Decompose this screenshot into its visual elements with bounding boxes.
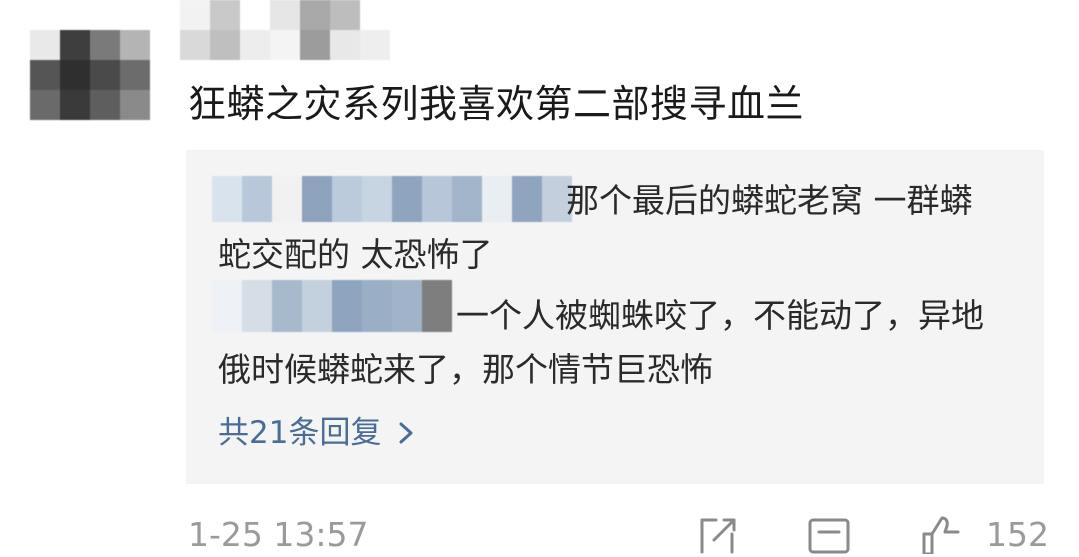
mosaic-cell — [300, 0, 330, 30]
mosaic-cell — [392, 176, 422, 222]
mosaic-cell — [120, 90, 150, 120]
mosaic-cell — [390, 30, 420, 60]
mosaic-cell — [180, 0, 210, 30]
mosaic-cell — [362, 176, 392, 222]
mosaic-cell — [212, 280, 242, 332]
mosaic-cell — [422, 176, 452, 222]
mosaic-cell — [330, 0, 360, 30]
mosaic-cell — [360, 0, 390, 30]
mosaic-cell — [180, 30, 210, 60]
mosaic-cell — [452, 176, 482, 222]
reply-text-line: 一个人被蜘蛛咬了，不能动了，异地 — [456, 296, 984, 335]
reply-text-line: 蛇交配的 太恐怖了 — [218, 235, 493, 274]
mosaic-cell — [240, 0, 270, 30]
mosaic-cell — [90, 60, 120, 90]
mosaic-cell — [210, 0, 240, 30]
mosaic-cell — [422, 280, 452, 332]
mosaic-cell — [302, 176, 332, 222]
chevron-right-icon — [399, 422, 413, 444]
mosaic-cell — [60, 30, 90, 60]
mosaic-cell — [392, 280, 422, 332]
reply-text-line: 那个最后的蟒蛇老窝 一群蟒 — [566, 181, 973, 220]
mosaic-cell — [302, 280, 332, 332]
mosaic-cell — [270, 0, 300, 30]
reply-text-line: 俄时候蟒蛇来了，那个情节巨恐怖 — [218, 350, 713, 389]
reply-author-redacted[interactable] — [212, 176, 572, 222]
comment-timestamp: 1-25 13:57 — [188, 515, 369, 554]
mosaic-cell — [120, 60, 150, 90]
mosaic-cell — [242, 176, 272, 222]
username-redacted[interactable] — [180, 0, 420, 60]
mosaic-cell — [330, 30, 360, 60]
mosaic-cell — [242, 280, 272, 332]
comment-icon[interactable] — [806, 514, 852, 554]
mosaic-cell — [512, 176, 542, 222]
mosaic-cell — [212, 176, 242, 222]
like-count: 152 — [986, 515, 1049, 554]
like-icon[interactable] — [918, 514, 964, 554]
mosaic-cell — [30, 60, 60, 90]
mosaic-cell — [362, 280, 392, 332]
mosaic-cell — [90, 90, 120, 120]
mosaic-cell — [332, 176, 362, 222]
mosaic-cell — [300, 30, 330, 60]
view-all-replies-link[interactable]: 共21条回复 — [218, 411, 417, 455]
avatar[interactable] — [30, 30, 150, 120]
mosaic-cell — [360, 30, 390, 60]
mosaic-cell — [482, 176, 512, 222]
mosaic-cell — [390, 0, 420, 30]
mosaic-cell — [120, 30, 150, 60]
mosaic-cell — [90, 30, 120, 60]
mosaic-cell — [60, 90, 90, 120]
reply-author-redacted[interactable] — [212, 280, 452, 332]
reply-count-label: 共21条回复 — [218, 415, 382, 451]
share-icon[interactable] — [694, 514, 740, 554]
mosaic-cell — [30, 30, 60, 60]
mosaic-cell — [332, 280, 362, 332]
comment-text: 狂蟒之灾系列我喜欢第二部搜寻血兰 — [188, 82, 805, 126]
mosaic-cell — [30, 90, 60, 120]
mosaic-cell — [272, 176, 302, 222]
mosaic-cell — [210, 30, 240, 60]
mosaic-cell — [270, 30, 300, 60]
mosaic-cell — [60, 60, 90, 90]
mosaic-cell — [272, 280, 302, 332]
mosaic-cell — [240, 30, 270, 60]
